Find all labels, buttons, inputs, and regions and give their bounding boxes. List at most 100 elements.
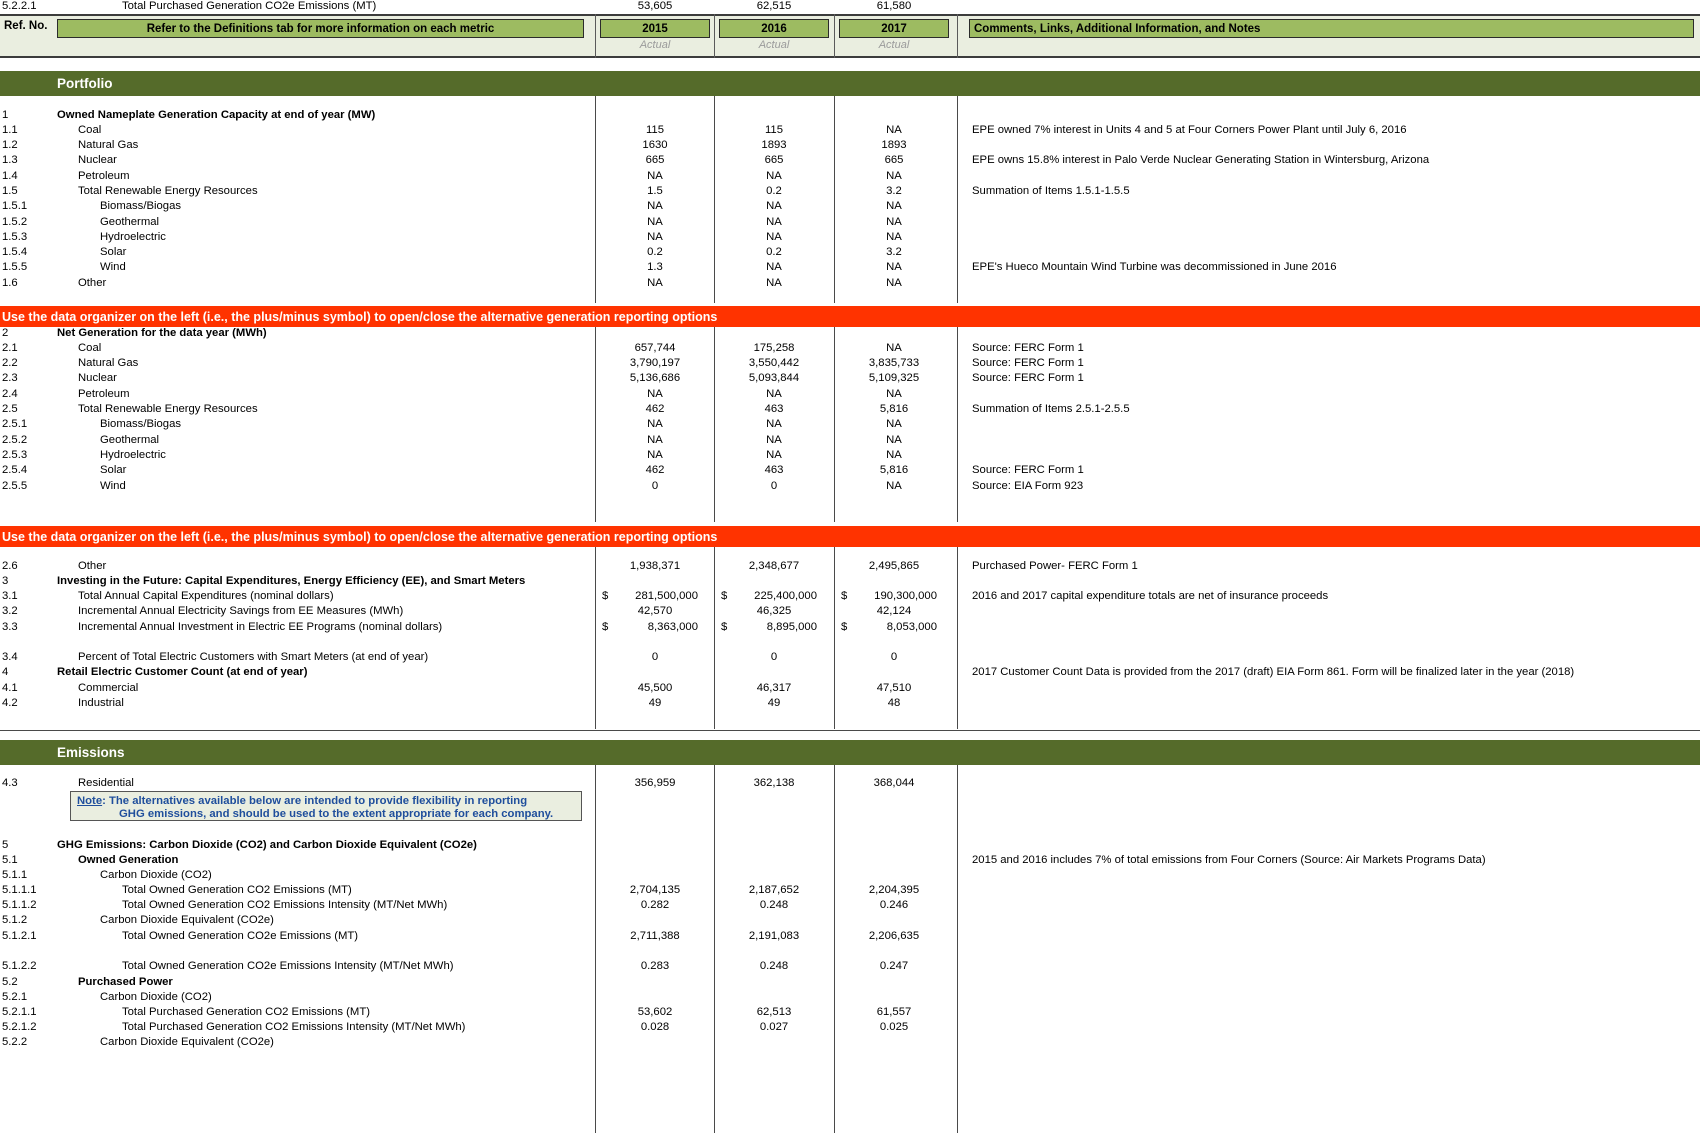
cell-2016[interactable]: 0.027 bbox=[719, 1021, 829, 1033]
cell-2015[interactable]: 115 bbox=[600, 124, 710, 136]
cell-2016[interactable]: 46,317 bbox=[719, 682, 829, 694]
cell-2015[interactable]: NA bbox=[600, 449, 710, 461]
cell-2016[interactable]: 0 bbox=[719, 480, 829, 492]
cell-2017[interactable]: 61,580 bbox=[839, 0, 949, 12]
cell-2017[interactable]: NA bbox=[839, 449, 949, 461]
cell-2015[interactable]: 462 bbox=[600, 464, 710, 476]
table-row[interactable]: 5.1.2 Carbon Dioxide Equivalent (CO2e) bbox=[0, 914, 1700, 929]
cell-2015[interactable]: $8,363,000 bbox=[600, 621, 710, 633]
cell-2016[interactable]: 362,138 bbox=[719, 777, 829, 789]
table-row[interactable]: 5.1.1.1 Total Owned Generation CO2 Emissi… bbox=[0, 884, 1700, 899]
cell-2015[interactable]: NA bbox=[600, 216, 710, 228]
cell-2016[interactable]: 49 bbox=[719, 697, 829, 709]
table-row[interactable]: 2.4 Petroleum NA NA NA bbox=[0, 388, 1700, 403]
cell-2015[interactable]: 45,500 bbox=[600, 682, 710, 694]
cell-2017[interactable]: NA bbox=[839, 261, 949, 273]
cell-2017[interactable]: 2,204,395 bbox=[839, 884, 949, 896]
cell-2016[interactable]: NA bbox=[719, 170, 829, 182]
table-row[interactable]: 1.5 Total Renewable Energy Resources 1.5 0.… bbox=[0, 185, 1700, 200]
cell-2016[interactable]: 2,191,083 bbox=[719, 930, 829, 942]
cell-2015[interactable]: 0.2 bbox=[600, 246, 710, 258]
cell-2015[interactable]: 3,790,197 bbox=[600, 357, 710, 369]
cell-2015[interactable]: 356,959 bbox=[600, 777, 710, 789]
cell-2016[interactable]: 463 bbox=[719, 464, 829, 476]
cell-2015[interactable]: 1.5 bbox=[600, 185, 710, 197]
cell-2015[interactable]: NA bbox=[600, 388, 710, 400]
cell-2015[interactable]: 0 bbox=[600, 651, 710, 663]
cell-2017[interactable]: NA bbox=[839, 170, 949, 182]
cell-2016[interactable]: 665 bbox=[719, 154, 829, 166]
cell-2015[interactable]: $281,500,000 bbox=[600, 590, 710, 602]
cell-2017[interactable]: NA bbox=[839, 342, 949, 354]
cell-2017[interactable]: 0.246 bbox=[839, 899, 949, 911]
table-row[interactable]: 3.2 Incremental Annual Electricity Saving… bbox=[0, 605, 1700, 620]
table-row[interactable]: 2.1 Coal 657,744 175,258 NA Source: FERC Form… bbox=[0, 342, 1700, 357]
table-row[interactable]: 2.5.1 Biomass/Biogas NA NA NA bbox=[0, 418, 1700, 433]
table-row[interactable]: 1.5.5 Wind 1.3 NA NA EPE's Hueco Mountain Win… bbox=[0, 261, 1700, 276]
table-row[interactable]: 5.2.1.2 Total Purchased Generation CO2 Em… bbox=[0, 1021, 1700, 1036]
cell-2016[interactable]: 0.2 bbox=[719, 185, 829, 197]
cell-2017[interactable]: 368,044 bbox=[839, 777, 949, 789]
table-row[interactable]: 2.5.5 Wind 0 0 NA Source: EIA Form 923 bbox=[0, 480, 1700, 495]
table-row[interactable]: 2.6 Other 1,938,371 2,348,677 2,495,865 Purch… bbox=[0, 560, 1700, 575]
year-header-2016[interactable]: 2016 bbox=[719, 19, 829, 38]
table-row[interactable]: 5.1.2.2 Total Owned Generation CO2e Emiss… bbox=[0, 960, 1700, 975]
table-row[interactable]: 1.1 Coal 115 115 NA EPE owned 7% interest in … bbox=[0, 124, 1700, 139]
cell-2015[interactable]: NA bbox=[600, 418, 710, 430]
cell-2015[interactable]: 0.283 bbox=[600, 960, 710, 972]
cell-2016[interactable]: NA bbox=[719, 277, 829, 289]
cell-2015[interactable]: 49 bbox=[600, 697, 710, 709]
cell-2016[interactable]: 0.2 bbox=[719, 246, 829, 258]
cell-2017[interactable]: 5,816 bbox=[839, 464, 949, 476]
cell-2017[interactable]: 0.247 bbox=[839, 960, 949, 972]
table-row[interactable]: 2.3 Nuclear 5,136,686 5,093,844 5,109,325 Sou… bbox=[0, 372, 1700, 387]
table-row[interactable]: 5.1.2.1 Total Owned Generation CO2e Emiss… bbox=[0, 930, 1700, 945]
cell-2015[interactable]: NA bbox=[600, 170, 710, 182]
cell-2017[interactable]: NA bbox=[839, 434, 949, 446]
table-row[interactable]: 2 Net Generation for the data year (MWh) bbox=[0, 327, 1700, 342]
cell-2017[interactable]: NA bbox=[839, 480, 949, 492]
cell-2015[interactable]: 462 bbox=[600, 403, 710, 415]
cell-2015[interactable]: 1.3 bbox=[600, 261, 710, 273]
cell-2017[interactable]: 2,495,865 bbox=[839, 560, 949, 572]
cell-2015[interactable]: NA bbox=[600, 277, 710, 289]
cell-2017[interactable]: 48 bbox=[839, 697, 949, 709]
cell-2016[interactable]: 3,550,442 bbox=[719, 357, 829, 369]
cell-2017[interactable]: 665 bbox=[839, 154, 949, 166]
table-row[interactable]: 2.5.4 Solar 462 463 5,816 Source: FERC Form 1 bbox=[0, 464, 1700, 479]
cell-2017[interactable]: NA bbox=[839, 231, 949, 243]
table-row[interactable]: 5.1 Owned Generation 2015 and 2016 include… bbox=[0, 854, 1700, 869]
cell-2016[interactable]: NA bbox=[719, 231, 829, 243]
table-row[interactable]: 1.4 Petroleum NA NA NA bbox=[0, 170, 1700, 185]
cell-2016[interactable]: 62,515 bbox=[719, 0, 829, 12]
table-row[interactable]: 3 Investing in the Future: Capital Expend… bbox=[0, 575, 1700, 590]
year-header-2015[interactable]: 2015 bbox=[600, 19, 710, 38]
table-row[interactable]: 1.5.3 Hydroelectric NA NA NA bbox=[0, 231, 1700, 246]
table-row[interactable]: 4.3 Residential 356,959 362,138 368,044 bbox=[0, 777, 1700, 792]
table-row[interactable]: 4.2 Industrial 49 49 48 bbox=[0, 697, 1700, 712]
cell-2017[interactable]: 3,835,733 bbox=[839, 357, 949, 369]
cell-2017[interactable]: NA bbox=[839, 418, 949, 430]
table-row[interactable]: 5.2 Purchased Power bbox=[0, 976, 1700, 991]
table-row[interactable]: 3.3 Incremental Annual Investment in Elec… bbox=[0, 621, 1700, 636]
cell-2017[interactable]: 42,124 bbox=[839, 605, 949, 617]
cell-2015[interactable]: NA bbox=[600, 200, 710, 212]
table-row[interactable]: 5.2.1 Carbon Dioxide (CO2) bbox=[0, 991, 1700, 1006]
table-row[interactable]: 5.2.2 Carbon Dioxide Equivalent (CO2e) bbox=[0, 1036, 1700, 1051]
cell-2016[interactable]: NA bbox=[719, 261, 829, 273]
cell-2016[interactable]: NA bbox=[719, 449, 829, 461]
cell-2015[interactable]: 53,605 bbox=[600, 0, 710, 12]
cell-2017[interactable]: 1893 bbox=[839, 139, 949, 151]
table-row[interactable]: 1.5.1 Biomass/Biogas NA NA NA bbox=[0, 200, 1700, 215]
table-row[interactable]: 5.2.2.1 Total Purchased Generation CO2e E… bbox=[0, 0, 1700, 15]
cell-2016[interactable]: 5,093,844 bbox=[719, 372, 829, 384]
cell-2015[interactable]: 42,570 bbox=[600, 605, 710, 617]
table-row[interactable]: 2.2 Natural Gas 3,790,197 3,550,442 3,835,73… bbox=[0, 357, 1700, 372]
cell-2015[interactable]: 1630 bbox=[600, 139, 710, 151]
table-row[interactable]: 3.1 Total Annual Capital Expenditures (no… bbox=[0, 590, 1700, 605]
cell-2016[interactable]: 0 bbox=[719, 651, 829, 663]
table-row[interactable]: 1.2 Natural Gas 1630 1893 1893 bbox=[0, 139, 1700, 154]
cell-2016[interactable]: 175,258 bbox=[719, 342, 829, 354]
cell-2015[interactable]: 0 bbox=[600, 480, 710, 492]
cell-2016[interactable]: 62,513 bbox=[719, 1006, 829, 1018]
